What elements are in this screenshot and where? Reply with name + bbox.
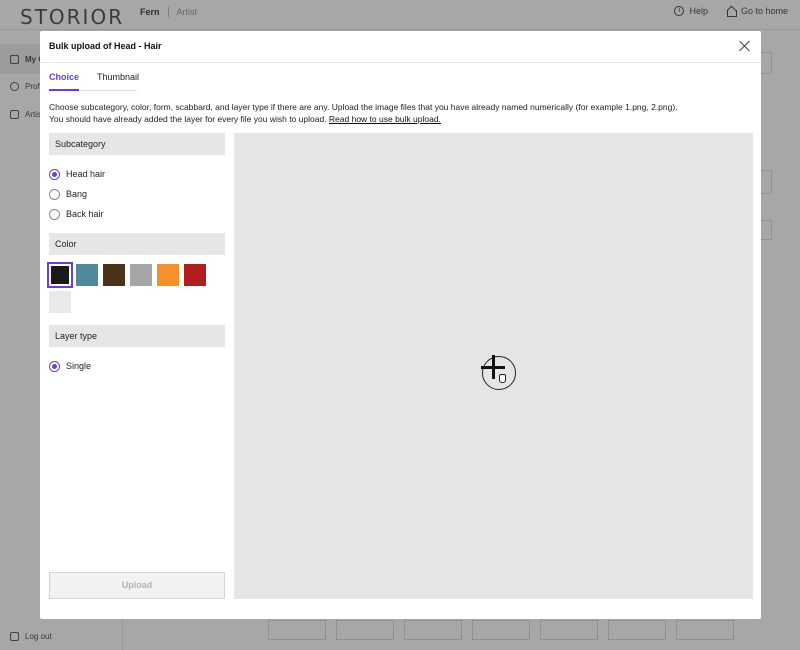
modal-title: Bulk upload of Head - Hair	[49, 41, 162, 51]
color-swatch[interactable]	[184, 264, 206, 286]
instructions-line-2-text: You should have already added the layer …	[49, 114, 327, 124]
radio-single[interactable]: Single	[49, 356, 141, 376]
color-swatch[interactable]	[76, 264, 98, 286]
radio-label: Back hair	[66, 209, 104, 219]
upload-button[interactable]: Upload	[49, 572, 225, 599]
plus-vertical	[492, 355, 495, 379]
subcategory-heading: Subcategory	[49, 133, 225, 155]
color-swatches	[47, 255, 225, 313]
modal-tabs: Choice Thumbnail	[49, 72, 139, 91]
file-dropzone[interactable]	[234, 133, 753, 599]
color-swatch[interactable]	[47, 262, 73, 288]
color-heading: Color	[49, 233, 225, 255]
subcategory-options: Head hair Bang Back hair	[49, 155, 225, 224]
bulk-upload-modal: Bulk upload of Head - Hair Choice Thumbn…	[40, 31, 761, 619]
tab-choice[interactable]: Choice	[49, 72, 80, 91]
tab-thumbnail[interactable]: Thumbnail	[97, 72, 139, 91]
radio-unchecked-icon	[49, 208, 60, 220]
instructions-line-2: You should have already added the layer …	[49, 113, 749, 125]
radio-checked-icon	[49, 360, 60, 372]
pointer-cursor-icon	[499, 374, 506, 383]
radio-back-hair[interactable]: Back hair	[49, 204, 141, 224]
color-swatch[interactable]	[103, 264, 125, 286]
radio-label: Head hair	[66, 169, 106, 179]
instructions: Choose subcategory, color, form, scabbar…	[49, 101, 749, 125]
radio-bang[interactable]: Bang	[49, 184, 141, 204]
options-panel: Subcategory Head hair Bang Back hair Col…	[47, 133, 225, 376]
color-swatch[interactable]	[49, 291, 71, 313]
radio-unchecked-icon	[49, 188, 60, 200]
radio-head-hair[interactable]: Head hair	[49, 164, 141, 184]
add-file-icon[interactable]	[481, 355, 516, 390]
layer-type-heading: Layer type	[49, 325, 225, 347]
instructions-line-1: Choose subcategory, color, form, scabbar…	[49, 102, 678, 112]
color-swatch[interactable]	[130, 264, 152, 286]
radio-label: Single	[66, 361, 92, 371]
color-swatch[interactable]	[157, 264, 179, 286]
radio-checked-icon	[49, 168, 60, 180]
radio-label: Bang	[66, 189, 88, 199]
layer-type-options: Single	[49, 347, 225, 376]
bulk-upload-help-link[interactable]: Read how to use bulk upload.	[329, 114, 441, 124]
modal-header: Bulk upload of Head - Hair	[40, 31, 761, 63]
close-icon[interactable]	[739, 40, 751, 52]
